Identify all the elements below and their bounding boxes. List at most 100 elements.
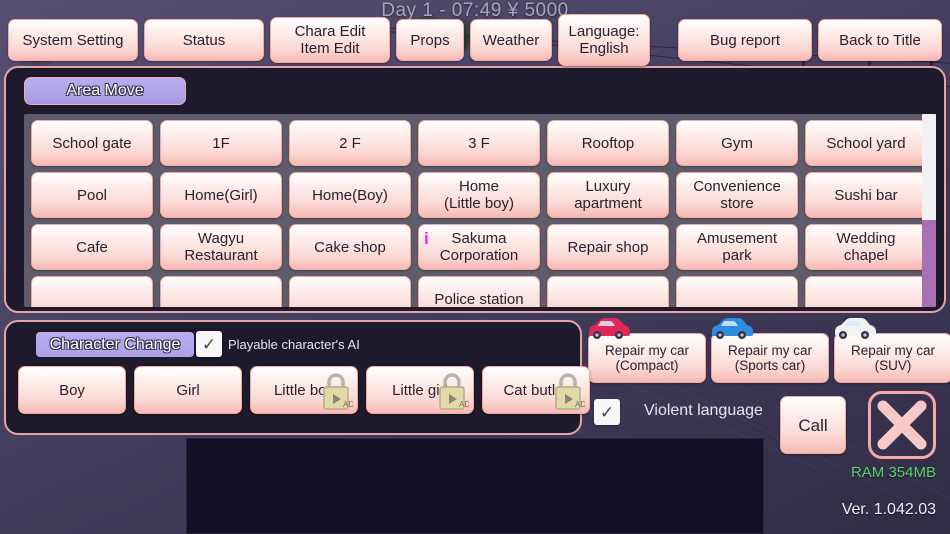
ram-usage-text: RAM 354MB bbox=[850, 464, 936, 481]
repair-car-label: Repair my car (Compact) bbox=[604, 343, 690, 373]
area-button-label: 1F bbox=[212, 134, 230, 152]
lock-icon: AD bbox=[555, 373, 585, 410]
area-button[interactable] bbox=[547, 276, 669, 307]
repair-car-label: Repair my car (SUV) bbox=[850, 343, 936, 373]
repair-car-button[interactable]: Repair my car (Sports car) bbox=[711, 318, 829, 383]
area-button-label: School gate bbox=[52, 134, 132, 152]
area-move-title: Area Move bbox=[24, 77, 186, 105]
chara-item-edit-button[interactable]: Chara Edit Item Edit bbox=[270, 17, 390, 63]
area-button[interactable]: Home(Girl) bbox=[160, 172, 282, 218]
repair-car-button-row: Repair my car (Compact) Repair my car (Sp… bbox=[588, 318, 950, 383]
info-icon: i bbox=[424, 229, 429, 248]
svg-text:AD: AD bbox=[459, 400, 469, 409]
svg-text:AD: AD bbox=[343, 400, 353, 409]
area-button[interactable]: 2 F bbox=[289, 120, 411, 166]
repair-car-label: Repair my car (Sports car) bbox=[727, 343, 813, 373]
lock-icon: AD bbox=[439, 373, 469, 410]
area-button[interactable]: i Sakuma Corporation bbox=[418, 224, 540, 270]
area-button-label: Wedding chapel bbox=[836, 230, 896, 264]
area-button[interactable] bbox=[805, 276, 927, 307]
area-button[interactable]: Wagyu Restaurant bbox=[160, 224, 282, 270]
svg-text:AD: AD bbox=[575, 400, 585, 409]
area-button-label: Rooftop bbox=[581, 134, 635, 152]
area-button[interactable]: Police station bbox=[418, 276, 540, 307]
car-icon bbox=[589, 318, 630, 339]
version-text: Ver. 1.042.03 bbox=[841, 501, 936, 518]
area-button-label: Repair shop bbox=[567, 238, 649, 256]
character-button-label: Boy bbox=[59, 381, 85, 399]
area-button[interactable]: Cake shop bbox=[289, 224, 411, 270]
area-button[interactable]: Convenience store bbox=[676, 172, 798, 218]
area-move-scroll-region[interactable]: School gate 1F 2 F 3 F Rooftop Gym School yard… bbox=[24, 114, 930, 307]
area-button[interactable] bbox=[289, 276, 411, 307]
lock-icon: AD bbox=[323, 373, 353, 410]
top-toolbar: System Setting Status Chara Edit Item Ed… bbox=[0, 14, 950, 66]
character-change-title: Character Change bbox=[36, 332, 194, 357]
area-button-label: Sushi bar bbox=[834, 186, 898, 204]
area-button-label: 3 F bbox=[468, 134, 490, 152]
area-button-label: Home(Boy) bbox=[312, 186, 388, 204]
area-button[interactable]: Home (Little boy) bbox=[418, 172, 540, 218]
close-button[interactable] bbox=[868, 391, 936, 459]
character-button-label: Girl bbox=[176, 381, 200, 399]
message-panel bbox=[186, 438, 764, 534]
weather-button[interactable]: Weather bbox=[470, 19, 552, 61]
character-button[interactable]: Girl bbox=[134, 366, 242, 414]
call-button[interactable]: Call bbox=[780, 396, 846, 454]
character-button[interactable]: Cat butler AD bbox=[482, 366, 590, 414]
character-button[interactable]: Little girl AD bbox=[366, 366, 474, 414]
area-button-label: Pool bbox=[76, 186, 108, 204]
area-button[interactable]: Gym bbox=[676, 120, 798, 166]
character-button[interactable]: Little boy AD bbox=[250, 366, 358, 414]
violent-language-label: Violent language bbox=[644, 402, 763, 419]
area-move-panel: Area Move School gate 1F 2 F3 F Rooftop Gym S… bbox=[4, 66, 946, 313]
violent-language-checkbox[interactable]: ✓ bbox=[594, 399, 620, 425]
area-button-label: Wagyu Restaurant bbox=[184, 230, 258, 264]
area-button[interactable]: Pool bbox=[31, 172, 153, 218]
character-button[interactable]: Boy bbox=[18, 366, 126, 414]
bug-report-button[interactable]: Bug report bbox=[678, 19, 812, 61]
area-button-label: Gym bbox=[721, 134, 753, 152]
area-button[interactable]: Rooftop bbox=[547, 120, 669, 166]
repair-car-button[interactable]: Repair my car (Compact) bbox=[588, 318, 706, 383]
area-button-label: Police station bbox=[434, 290, 524, 308]
area-button[interactable]: Amusement park bbox=[676, 224, 798, 270]
area-button[interactable] bbox=[31, 276, 153, 307]
area-button-label: Home (Little boy) bbox=[443, 178, 515, 212]
area-button-label: 2 F bbox=[339, 134, 361, 152]
status-button[interactable]: Status bbox=[144, 19, 264, 61]
area-button[interactable]: Wedding chapel bbox=[805, 224, 927, 270]
area-button-label: School yard bbox=[826, 134, 906, 152]
area-button[interactable] bbox=[160, 276, 282, 307]
area-scrollbar-track[interactable] bbox=[922, 114, 936, 307]
area-button[interactable]: Sushi bar bbox=[805, 172, 927, 218]
area-button-label: Sakuma Corporation bbox=[439, 230, 519, 264]
area-button[interactable]: Luxury apartment bbox=[547, 172, 669, 218]
area-button-label: Cake shop bbox=[314, 238, 386, 256]
area-button[interactable] bbox=[676, 276, 798, 307]
area-button[interactable]: Home(Boy) bbox=[289, 172, 411, 218]
back-to-title-button[interactable]: Back to Title bbox=[818, 19, 942, 61]
area-scrollbar-thumb[interactable] bbox=[922, 114, 936, 220]
language-button[interactable]: Language: English bbox=[558, 14, 650, 66]
close-x-icon bbox=[877, 400, 927, 450]
area-button[interactable]: Repair shop bbox=[547, 224, 669, 270]
playable-character-ai-label: Playable character's AI bbox=[228, 337, 360, 352]
area-button[interactable]: School gate bbox=[31, 120, 153, 166]
character-button-row: Boy Girl Little boy AD Little girl AD Cat butl… bbox=[18, 366, 590, 414]
props-button[interactable]: Props bbox=[396, 19, 464, 61]
area-button[interactable]: 1F bbox=[160, 120, 282, 166]
area-button-label: Amusement park bbox=[696, 230, 778, 264]
area-button-label: Cafe bbox=[76, 238, 108, 256]
area-button-label: Home(Girl) bbox=[184, 186, 258, 204]
area-button[interactable]: Cafe bbox=[31, 224, 153, 270]
area-button[interactable]: 3 F bbox=[418, 120, 540, 166]
car-icon bbox=[712, 318, 753, 339]
system-setting-button[interactable]: System Setting bbox=[8, 19, 138, 61]
repair-car-button[interactable]: Repair my car (SUV) bbox=[834, 318, 950, 383]
area-button-label: Luxury apartment bbox=[574, 178, 642, 212]
car-icon bbox=[835, 318, 876, 339]
playable-character-ai-checkbox[interactable]: ✓ bbox=[196, 331, 222, 357]
area-button-label: Convenience store bbox=[693, 178, 781, 212]
area-button[interactable]: School yard bbox=[805, 120, 927, 166]
